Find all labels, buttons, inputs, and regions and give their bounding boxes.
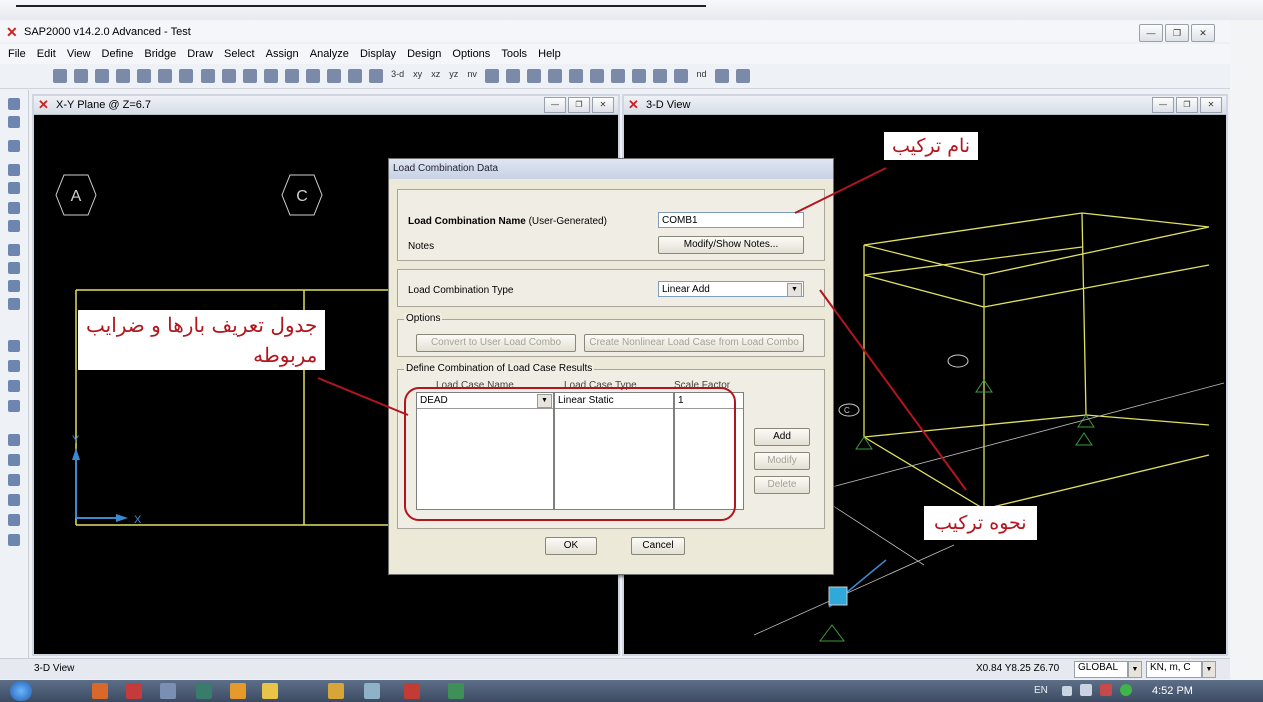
annotation-highlight: [404, 387, 736, 521]
annotation-combination-name: نام ترکیب: [884, 132, 979, 160]
chevron-down-icon[interactable]: ▼: [1202, 661, 1216, 678]
annotation-load-table-line1: جدول تعریف بارها و ضرایب: [86, 313, 318, 337]
app-icon[interactable]: [364, 683, 380, 699]
coord-system-dropdown[interactable]: GLOBAL: [1074, 661, 1128, 678]
annotation-arrow: [819, 289, 967, 491]
annotation-arrow: [317, 377, 409, 416]
network-icon[interactable]: [1080, 684, 1092, 696]
sap2000-taskbar-icon[interactable]: [328, 683, 344, 699]
pdf-icon[interactable]: [404, 683, 420, 699]
word-icon[interactable]: [160, 683, 176, 699]
annotation-load-table-line2: مربوطه: [253, 343, 318, 367]
monitor-icon[interactable]: [196, 683, 212, 699]
folder-icon[interactable]: [262, 683, 278, 699]
units-value: KN, m, C: [1150, 662, 1191, 673]
units-dropdown[interactable]: KN, m, C: [1146, 661, 1202, 678]
flag-icon[interactable]: [1100, 684, 1112, 696]
browser-icon[interactable]: [230, 683, 246, 699]
annotation-arrow: [794, 167, 887, 214]
annotation-combination-type: نحوه ترکیب: [924, 506, 1037, 540]
status-coordinates: X0.84 Y8.25 Z6.70: [976, 663, 1060, 674]
media-player-icon[interactable]: [92, 683, 108, 699]
status-bar: 3-D View X0.84 Y8.25 Z6.70 GLOBAL ▼ KN, …: [0, 658, 1230, 679]
status-icon[interactable]: [1120, 684, 1132, 696]
annotation-load-table: جدول تعریف بارها و ضرایب مربوطه: [78, 310, 326, 370]
chevron-down-icon[interactable]: ▼: [1128, 661, 1142, 678]
windows-taskbar: EN 4:52 PM: [0, 680, 1263, 702]
clock[interactable]: 4:52 PM: [1152, 685, 1193, 697]
language-indicator[interactable]: EN: [1034, 685, 1048, 696]
acrobat-icon[interactable]: [126, 683, 142, 699]
start-icon[interactable]: [10, 681, 32, 701]
excel-icon[interactable]: [448, 683, 464, 699]
coord-system-value: GLOBAL: [1078, 662, 1119, 673]
status-view-label: 3-D View: [34, 663, 75, 674]
tray-arrow-icon[interactable]: [1062, 686, 1072, 696]
